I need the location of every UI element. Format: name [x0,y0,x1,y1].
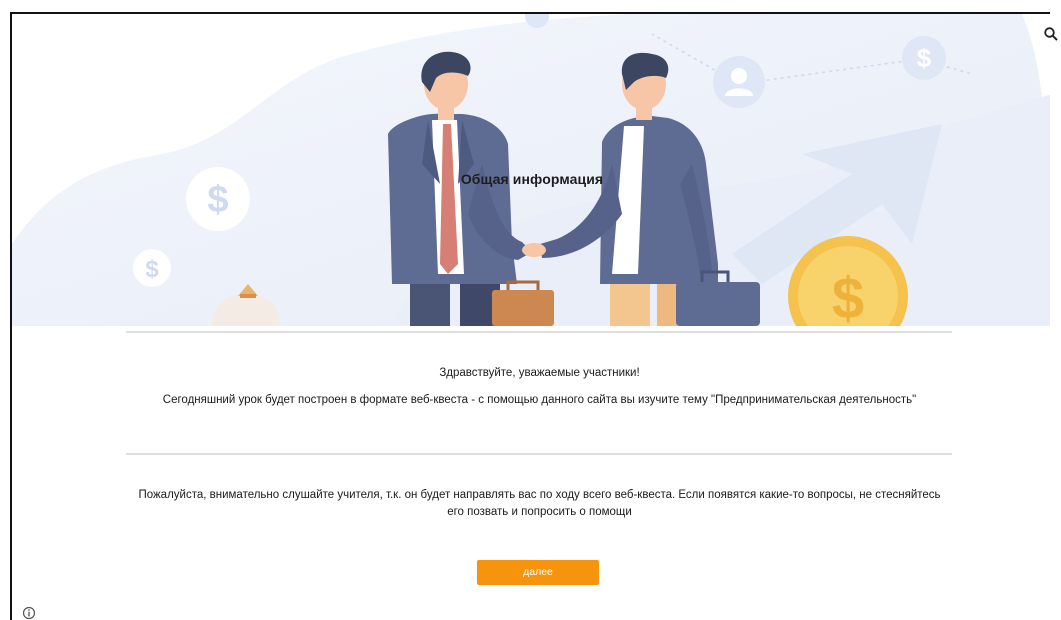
info-icon[interactable] [22,606,36,620]
page-title: Общая информация [460,171,604,187]
next-button[interactable]: далее [477,560,599,585]
hero-illustration: $ $ $ $ [12,14,1050,326]
note-text: Пожалуйста, внимательно слушайте учителя… [138,489,941,518]
page-frame: $ $ $ $ Общая информация Здравствуйте, у… [10,12,1050,620]
user-icon [713,56,765,108]
divider [126,453,952,455]
search-icon[interactable] [1043,26,1059,42]
intro-text: Сегодняшний урок будет построен в формат… [162,394,917,406]
svg-text:$: $ [917,43,932,73]
hero-banner: $ $ $ $ Общая информация [12,14,1050,326]
svg-text:$: $ [145,256,159,283]
svg-text:$: $ [832,266,864,326]
greeting-text: Здравствуйте, уважаемые участники! [439,367,640,379]
dollar-coin-icon: $ [902,36,946,80]
divider [126,331,952,333]
